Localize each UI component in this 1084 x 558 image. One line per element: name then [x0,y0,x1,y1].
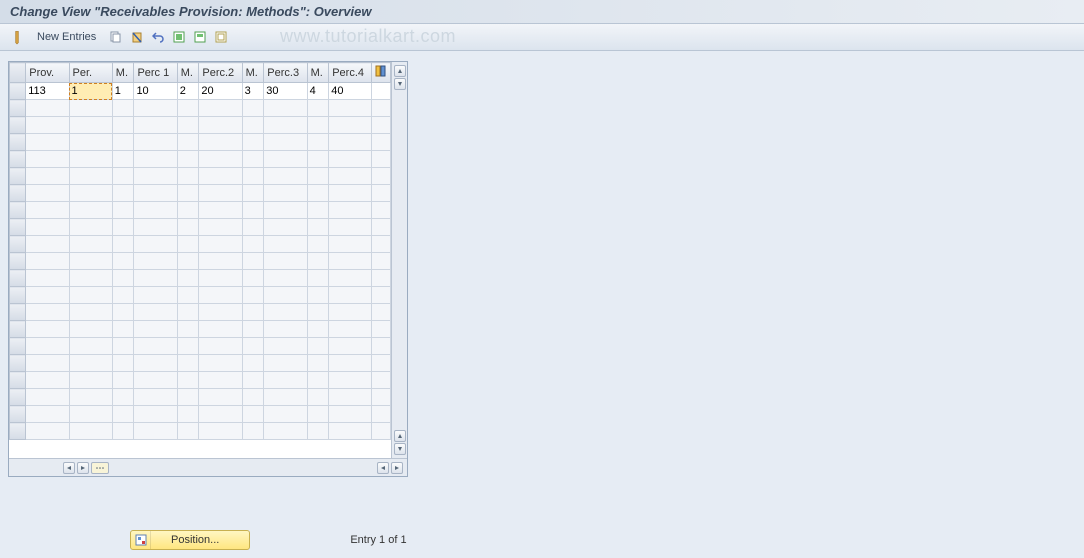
cell-m3[interactable]: 3 [242,83,264,100]
col-m3[interactable]: M. [242,63,264,83]
select-block-icon[interactable] [191,28,209,46]
row-selector[interactable] [10,83,26,100]
cell-prov[interactable]: 113 [26,83,69,100]
col-perc1[interactable]: Perc 1 [134,63,177,83]
window-titlebar: Change View "Receivables Provision: Meth… [0,0,1084,24]
col-perc4[interactable]: Perc.4 [329,63,372,83]
table-row[interactable] [10,406,391,423]
scroll-up2-icon[interactable] [394,430,406,442]
col-m4[interactable]: M. [307,63,329,83]
table-row[interactable] [10,100,391,117]
table-row[interactable] [10,134,391,151]
scroll-left2-icon[interactable] [377,462,389,474]
page-title: Change View "Receivables Provision: Meth… [10,4,372,19]
content-area: Prov. Per. M. Perc 1 M. Perc.2 M. Perc.3… [0,51,1084,558]
scroll-right-icon[interactable] [77,462,89,474]
table-row[interactable]: 113 1 1 10 2 20 3 30 4 40 [10,83,391,100]
table-row[interactable] [10,117,391,134]
header-row: Prov. Per. M. Perc 1 M. Perc.2 M. Perc.3… [10,63,391,83]
table-row[interactable] [10,253,391,270]
copy-icon[interactable] [107,28,125,46]
col-m2[interactable]: M. [177,63,199,83]
table-row[interactable] [10,304,391,321]
table-row[interactable] [10,219,391,236]
scroll-right2-icon[interactable] [391,462,403,474]
col-config-button[interactable] [372,63,391,83]
table-row[interactable] [10,151,391,168]
toolbar: New Entries www.tutorialkart.com [0,24,1084,51]
select-all-icon[interactable] [170,28,188,46]
entry-count: Entry 1 of 1 [350,534,406,546]
col-prov[interactable]: Prov. [26,63,69,83]
deselect-all-icon[interactable] [212,28,230,46]
table-row[interactable] [10,270,391,287]
toggle-change-icon[interactable] [8,28,26,46]
table-row[interactable] [10,185,391,202]
table-row[interactable] [10,338,391,355]
cell-perc1[interactable]: 10 [134,83,177,100]
scroll-left-icon[interactable] [63,462,75,474]
table-row[interactable] [10,287,391,304]
cell-perc3[interactable]: 30 [264,83,307,100]
undo-icon[interactable] [149,28,167,46]
table-row[interactable] [10,321,391,338]
col-per[interactable]: Per. [69,63,112,83]
table-row[interactable] [10,423,391,440]
table-row[interactable] [10,355,391,372]
cell-perc4[interactable]: 40 [329,83,372,100]
table-row[interactable] [10,389,391,406]
scroll-down-icon[interactable] [394,78,406,90]
scroll-up-icon[interactable] [394,65,406,77]
cell-m1[interactable]: 1 [112,83,134,100]
new-entries-button[interactable]: New Entries [29,29,104,45]
table-row[interactable] [10,236,391,253]
position-button[interactable]: Position... [130,530,250,550]
position-icon [131,531,151,549]
cell-per[interactable]: 1 [69,83,112,100]
cell-m4[interactable]: 4 [307,83,329,100]
table-container: Prov. Per. M. Perc 1 M. Perc.2 M. Perc.3… [8,61,408,477]
delete-icon[interactable] [128,28,146,46]
corner-cell[interactable] [10,63,26,83]
scroll-down2-icon[interactable] [394,443,406,455]
data-grid: Prov. Per. M. Perc 1 M. Perc.2 M. Perc.3… [9,62,391,440]
watermark-text: www.tutorialkart.com [280,26,456,47]
table-row[interactable] [10,202,391,219]
scroll-extent-icon[interactable] [91,462,109,474]
cell-perc2[interactable]: 20 [199,83,242,100]
footer: Position... Entry 1 of 1 [130,530,407,550]
col-perc3[interactable]: Perc.3 [264,63,307,83]
table-row[interactable] [10,372,391,389]
table-row[interactable] [10,168,391,185]
cell-m2[interactable]: 2 [177,83,199,100]
horizontal-scrollbar[interactable] [9,458,407,476]
cell-pad [372,83,391,100]
vertical-scrollbar[interactable] [391,62,407,458]
position-label: Position... [151,534,249,546]
col-perc2[interactable]: Perc.2 [199,63,242,83]
col-m1[interactable]: M. [112,63,134,83]
